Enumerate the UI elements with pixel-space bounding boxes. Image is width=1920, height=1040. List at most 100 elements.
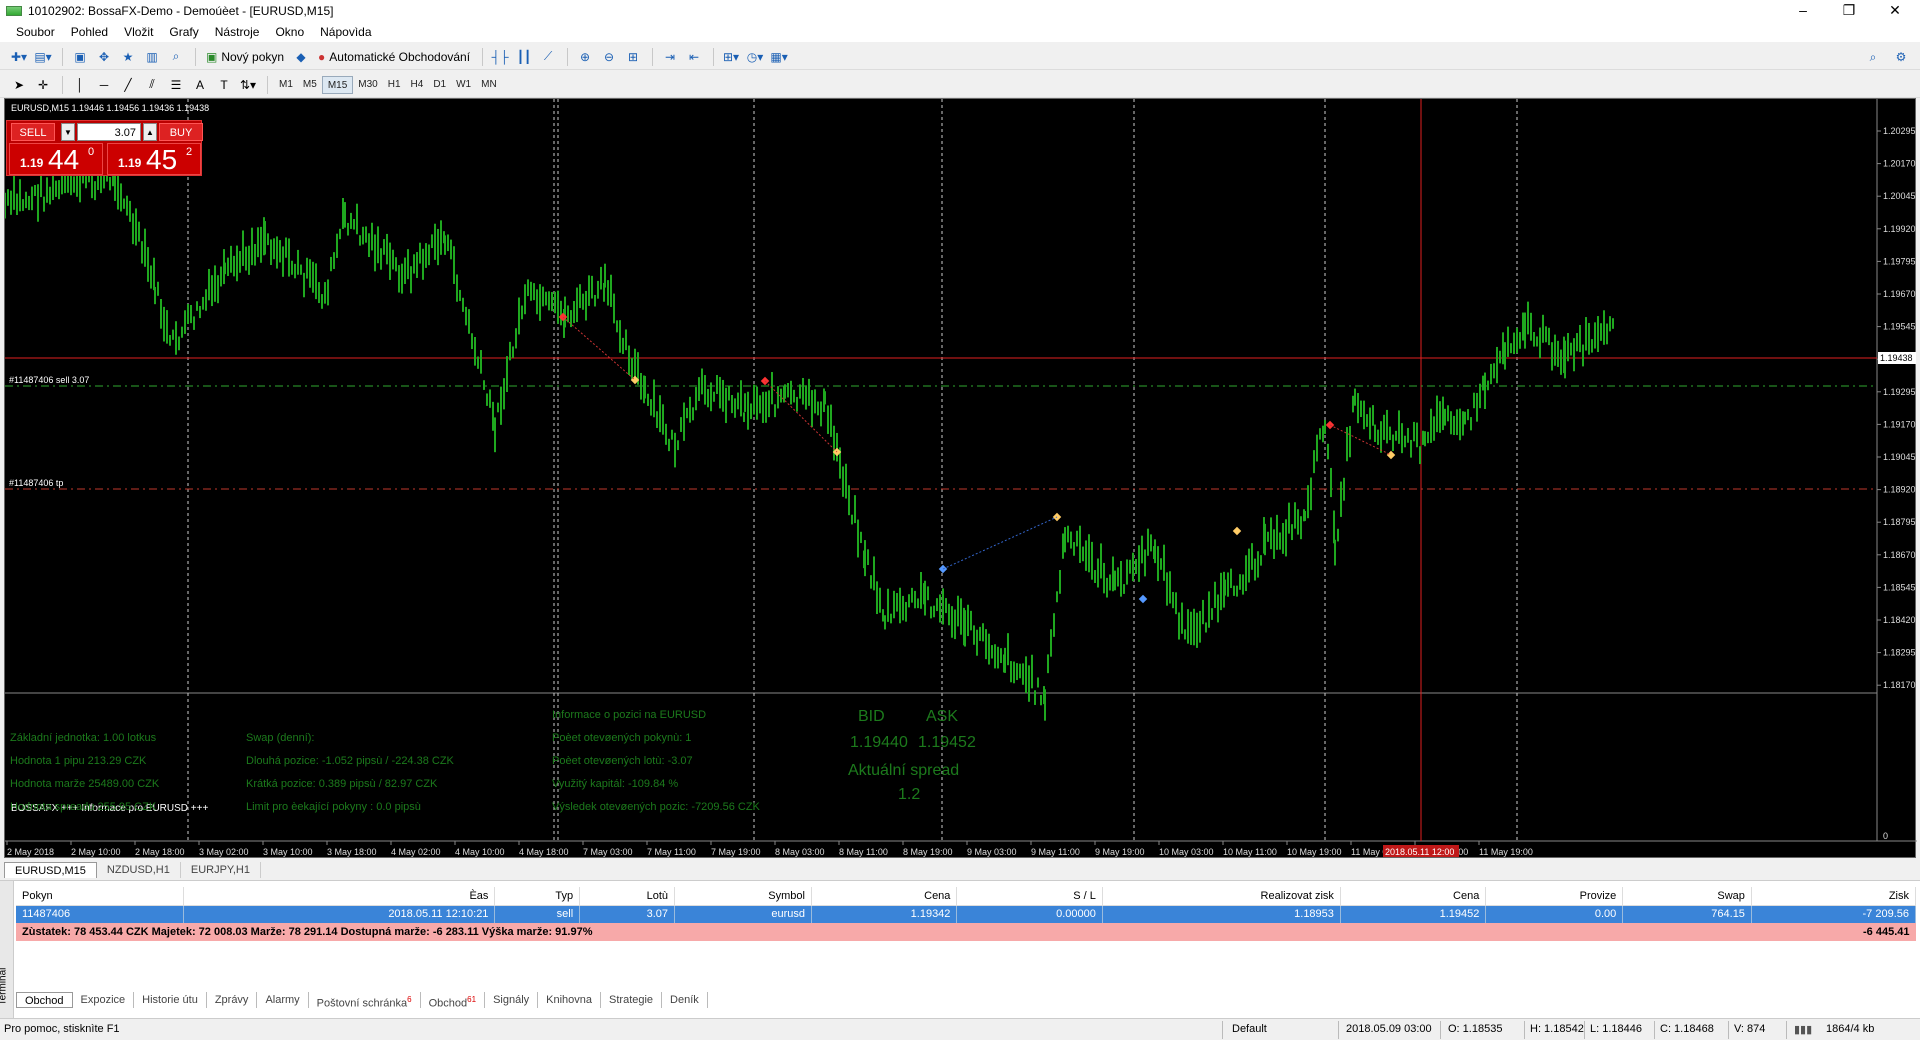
chart-shift-icon[interactable]: ⇤ bbox=[683, 47, 705, 67]
trendline-icon[interactable]: ╱ bbox=[117, 75, 139, 95]
auto-trading-button[interactable]: ● Automatické Obchodování bbox=[314, 47, 474, 67]
tab-strategie[interactable]: Strategie bbox=[601, 992, 663, 1008]
tab-postovni-schranka[interactable]: Poštovní schránka6 bbox=[309, 992, 421, 1010]
x-tick-label: 9 May 19:00 bbox=[1095, 847, 1145, 857]
tf-mn[interactable]: MN bbox=[476, 76, 502, 94]
tf-h1[interactable]: H1 bbox=[383, 76, 406, 94]
menu-soubor[interactable]: Soubor bbox=[8, 25, 63, 39]
tab-expozice[interactable]: Expozice bbox=[73, 992, 135, 1008]
status-profile[interactable]: Default bbox=[1232, 1023, 1267, 1035]
y-tick-label: 1.20170 bbox=[1883, 159, 1916, 169]
menu-vlozit[interactable]: Vložit bbox=[116, 25, 161, 39]
tf-m1[interactable]: M1 bbox=[274, 76, 298, 94]
ask-price[interactable]: 1.19 45 2 bbox=[107, 143, 201, 175]
tf-m30[interactable]: M30 bbox=[353, 76, 382, 94]
new-chart-icon[interactable]: ✚▾ bbox=[8, 47, 30, 67]
autoscroll-icon[interactable]: ⇥ bbox=[659, 47, 681, 67]
menu-nastroje[interactable]: Nástroje bbox=[207, 25, 268, 39]
ask-label: ASK bbox=[926, 708, 959, 725]
tab-knihovna[interactable]: Knihovna bbox=[538, 992, 602, 1008]
x-tick-label: 11 May 19:00 bbox=[1479, 847, 1533, 857]
sell-button[interactable]: SELL bbox=[11, 123, 55, 141]
menu-pohled[interactable]: Pohled bbox=[63, 25, 116, 39]
info-col3-line5: Výsledek otevøených pozic: -7209.56 CZK bbox=[552, 801, 760, 813]
bar-chart-icon[interactable]: ┤├ bbox=[489, 47, 511, 67]
lot-increase-button[interactable]: ▲ bbox=[143, 123, 157, 141]
data-window-icon[interactable]: ✥ bbox=[93, 47, 115, 67]
col-provize[interactable]: Provize bbox=[1485, 887, 1624, 906]
line-chart-icon[interactable]: ⟋ bbox=[537, 47, 559, 67]
zoom-in-icon[interactable]: ⊕ bbox=[574, 47, 596, 67]
tab-denik[interactable]: Deník bbox=[662, 992, 708, 1008]
chart-tab-eurusd[interactable]: EURUSD,M15 bbox=[4, 862, 97, 878]
col-loty[interactable]: Lotù bbox=[579, 887, 676, 906]
strategy-tester-icon[interactable]: ⌕ bbox=[165, 47, 187, 67]
periods-icon[interactable]: ◷▾ bbox=[744, 47, 766, 67]
col-zisk[interactable]: Zisk bbox=[1751, 887, 1917, 906]
chart-header: EURUSD,M15 1.19446 1.19456 1.19436 1.194… bbox=[11, 103, 210, 113]
channel-icon[interactable]: ⫽ bbox=[141, 75, 163, 95]
cursor-icon[interactable]: ➤ bbox=[8, 75, 30, 95]
minimize-button[interactable]: – bbox=[1780, 0, 1826, 22]
chart-tab-eurjpy[interactable]: EURJPY,H1 bbox=[181, 862, 261, 878]
tab-alarmy[interactable]: Alarmy bbox=[257, 992, 309, 1008]
restore-button[interactable]: ❐ bbox=[1826, 0, 1872, 22]
candlestick-icon[interactable]: ┃┃ bbox=[513, 47, 535, 67]
tab-zpravy[interactable]: Zprávy bbox=[207, 992, 258, 1008]
horizontal-line-icon[interactable]: ─ bbox=[93, 75, 115, 95]
col-tp[interactable]: Realizovat zisk bbox=[1102, 887, 1341, 906]
fibonacci-icon[interactable]: ☰ bbox=[165, 75, 187, 95]
tf-w1[interactable]: W1 bbox=[451, 76, 476, 94]
col-cena[interactable]: Cena bbox=[811, 887, 958, 906]
menu-napoveda[interactable]: Nápovìda bbox=[312, 25, 379, 39]
tab-signaly[interactable]: Signály bbox=[485, 992, 539, 1008]
bid-price[interactable]: 1.19 44 0 bbox=[9, 143, 103, 175]
info-col1-line2: Hodnota 1 pipu 213.29 CZK bbox=[10, 755, 147, 767]
tf-m15[interactable]: M15 bbox=[321, 75, 354, 94]
col-cas[interactable]: Èas bbox=[183, 887, 496, 906]
arrows-icon[interactable]: ⇅▾ bbox=[237, 75, 259, 95]
lot-decrease-button[interactable]: ▼ bbox=[61, 123, 75, 141]
templates-icon[interactable]: ▦▾ bbox=[768, 47, 790, 67]
text-icon[interactable]: A bbox=[189, 75, 211, 95]
info-col3-line4: Využitý kapitál: -109.84 % bbox=[552, 778, 679, 790]
search-icon[interactable]: ⌕ bbox=[1862, 47, 1884, 67]
zoom-out-icon[interactable]: ⊖ bbox=[598, 47, 620, 67]
text-label-icon[interactable]: T bbox=[213, 75, 235, 95]
menu-okno[interactable]: Okno bbox=[267, 25, 312, 39]
x-tick-label: 10 May 19:00 bbox=[1287, 847, 1342, 857]
col-symbol[interactable]: Symbol bbox=[674, 887, 812, 906]
tf-m5[interactable]: M5 bbox=[298, 76, 322, 94]
chart-tab-nzdusd[interactable]: NZDUSD,H1 bbox=[97, 862, 181, 878]
indicator-zero-label: 0 bbox=[1883, 831, 1888, 841]
menu-grafy[interactable]: Grafy bbox=[161, 25, 206, 39]
crosshair-icon[interactable]: ✛ bbox=[32, 75, 54, 95]
terminal-icon[interactable]: ▥ bbox=[141, 47, 163, 67]
tab-obchod[interactable]: Obchod bbox=[16, 992, 73, 1008]
col-cena2[interactable]: Cena bbox=[1340, 887, 1487, 906]
indicators-icon[interactable]: ⊞▾ bbox=[720, 47, 742, 67]
tf-d1[interactable]: D1 bbox=[428, 76, 451, 94]
market-watch-icon[interactable]: ▣ bbox=[69, 47, 91, 67]
buy-button[interactable]: BUY bbox=[159, 123, 203, 141]
settings-icon[interactable]: ⚙ bbox=[1890, 47, 1912, 67]
tile-windows-icon[interactable]: ⊞ bbox=[622, 47, 644, 67]
tab-historie[interactable]: Historie útu bbox=[134, 992, 207, 1008]
metaeditor-icon[interactable]: ◆ bbox=[290, 47, 312, 67]
col-typ[interactable]: Typ bbox=[494, 887, 581, 906]
vertical-line-icon[interactable]: │ bbox=[69, 75, 91, 95]
x-tick-label: 10 May 03:00 bbox=[1159, 847, 1214, 857]
info-col2-line4: Limit pro èekající pokyny : 0.0 pipsù bbox=[246, 801, 421, 813]
col-sl[interactable]: S / L bbox=[956, 887, 1103, 906]
table-row[interactable]: 11487406 2018.05.11 12:10:21 sell 3.07 e… bbox=[16, 905, 1917, 923]
y-tick-label: 1.18545 bbox=[1883, 582, 1916, 592]
col-pokyn[interactable]: Pokyn bbox=[16, 887, 184, 906]
navigator-icon[interactable]: ★ bbox=[117, 47, 139, 67]
tab-obchod-market[interactable]: Obchod61 bbox=[421, 992, 486, 1010]
lot-input[interactable]: 3.07 bbox=[77, 123, 141, 141]
tf-h4[interactable]: H4 bbox=[406, 76, 429, 94]
profiles-icon[interactable]: ▤▾ bbox=[32, 47, 54, 67]
new-order-button[interactable]: ▣ Nový pokyn bbox=[202, 47, 288, 67]
close-button[interactable]: ✕ bbox=[1872, 0, 1918, 22]
col-swap[interactable]: Swap bbox=[1622, 887, 1752, 906]
